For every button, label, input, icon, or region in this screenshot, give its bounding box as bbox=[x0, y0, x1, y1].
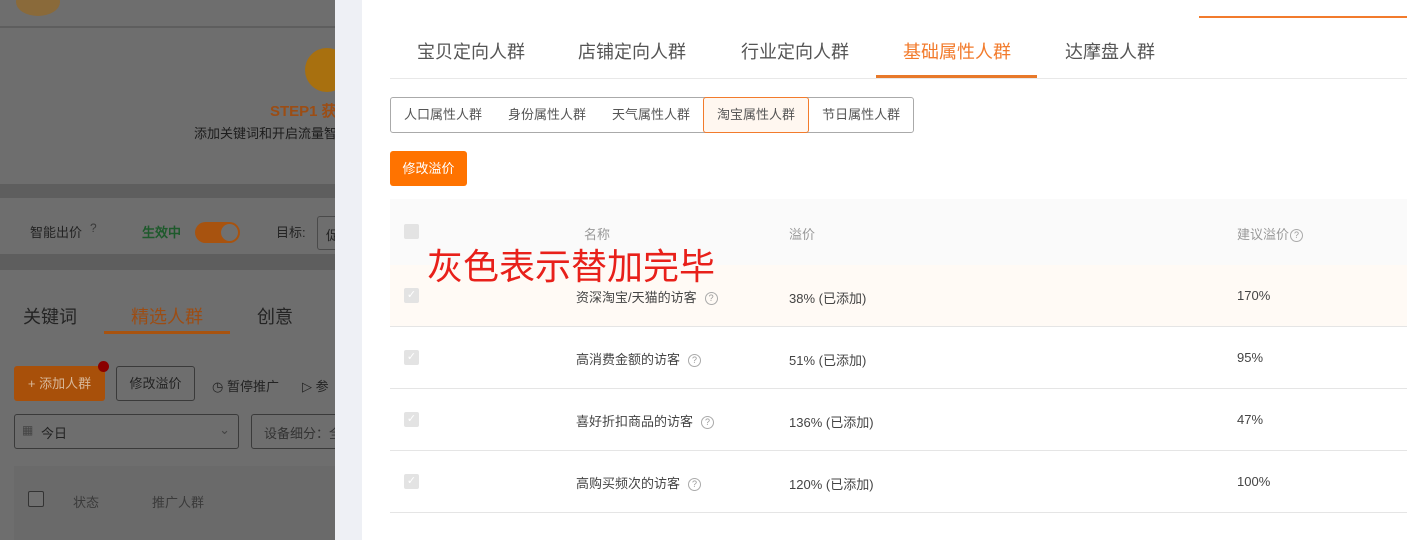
notification-dot bbox=[98, 361, 109, 372]
smart-bid-label: 智能出价 bbox=[30, 225, 83, 240]
suggested-premium: 95% bbox=[1237, 350, 1264, 365]
row-checkbox[interactable]: ✓ bbox=[404, 474, 419, 489]
shop-logo bbox=[16, 0, 60, 16]
tab-damopan-crowd[interactable]: 达摩盘人群 bbox=[1065, 38, 1155, 64]
table-header: 状态 推广人群 bbox=[14, 466, 335, 540]
col-premium: 溢价 bbox=[789, 227, 816, 242]
table-row: ✓ 高消费金额的访客? 51% (已添加) 95% bbox=[390, 327, 1407, 389]
resume-label: 参 bbox=[315, 379, 329, 394]
tab-basic-attribute-crowd[interactable]: 基础属性人群 bbox=[903, 38, 1011, 64]
help-icon[interactable]: ? bbox=[688, 478, 702, 492]
pause-label: 暂停推广 bbox=[226, 379, 279, 394]
table-row: ✓ 喜好折扣商品的访客? 136% (已添加) 47% bbox=[390, 389, 1407, 451]
crowd-name-text: 喜好折扣商品的访客 bbox=[576, 414, 694, 429]
step-desc: 添加关键词和开启流量智 bbox=[194, 126, 335, 141]
help-icon[interactable]: ? bbox=[701, 416, 715, 430]
tab-item-crowd[interactable]: 宝贝定向人群 bbox=[417, 38, 525, 64]
select-all-checkbox[interactable] bbox=[404, 224, 419, 239]
step-banner: STEP1 获 添加关键词和开启流量智 bbox=[0, 28, 335, 184]
drawer-topbar bbox=[362, 0, 1407, 18]
segment-population[interactable]: 人口属性人群 bbox=[391, 98, 495, 132]
tab-creative[interactable]: 创意 bbox=[257, 303, 293, 329]
modify-premium-button[interactable]: 修改溢价 bbox=[390, 151, 467, 186]
add-crowd-button[interactable]: + 添加人群 bbox=[14, 366, 105, 401]
help-icon[interactable]: ? bbox=[688, 354, 702, 368]
segment-identity[interactable]: 身份属性人群 bbox=[495, 98, 599, 132]
tab-keywords[interactable]: 关键词 bbox=[23, 303, 77, 329]
help-icon[interactable]: ? bbox=[1290, 229, 1304, 243]
suggested-premium: 170% bbox=[1237, 288, 1271, 303]
row-checkbox[interactable]: ✓ bbox=[404, 350, 419, 365]
help-icon[interactable]: ? bbox=[704, 292, 718, 306]
tab-industry-crowd[interactable]: 行业定向人群 bbox=[741, 38, 849, 64]
col-suggested-label: 建议溢价 bbox=[1237, 227, 1290, 242]
main-panel: 关键词 精选人群 创意 + 添加人群 修改溢价 ◷ 暂停推广 ▷ 参 今日 ⌄ ▦ … bbox=[0, 270, 335, 540]
calendar-icon: ▦ bbox=[22, 423, 34, 437]
col-suggested: 建议溢价? bbox=[1237, 224, 1304, 243]
tab-underline bbox=[104, 331, 230, 334]
header-bar bbox=[0, 0, 335, 26]
modify-premium-button[interactable]: 修改溢价 bbox=[116, 366, 195, 401]
premium-value: 120% (已添加) bbox=[789, 477, 874, 492]
date-select[interactable]: 今日 ⌄ ▦ bbox=[14, 414, 239, 449]
crowd-name-text: 高购买频次的访客 bbox=[576, 476, 681, 491]
attribute-segment-group: 人口属性人群 身份属性人群 天气属性人群 淘宝属性人群 节日属性人群 bbox=[390, 97, 915, 133]
date-value: 今日 bbox=[41, 426, 68, 441]
row-checkbox[interactable]: ✓ bbox=[404, 412, 419, 427]
col-status: 状态 bbox=[73, 495, 100, 510]
suggested-premium: 47% bbox=[1237, 412, 1264, 427]
bid-bar: 智能出价 ? 生效中 目标: 促 bbox=[0, 198, 335, 254]
pause-button[interactable]: ◷ 暂停推广 bbox=[212, 376, 279, 395]
status-toggle[interactable] bbox=[195, 222, 240, 243]
row-checkbox[interactable]: ✓ bbox=[404, 288, 419, 303]
select-all-checkbox[interactable] bbox=[28, 491, 44, 507]
premium-value: 38% (已添加) bbox=[789, 291, 867, 306]
premium-value: 136% (已添加) bbox=[789, 415, 874, 430]
target-label: 目标: bbox=[276, 225, 306, 240]
suggested-premium: 100% bbox=[1237, 474, 1271, 489]
chevron-down-icon: ⌄ bbox=[219, 422, 230, 437]
annotation-text: 灰色表示替加完毕 bbox=[427, 246, 716, 287]
segment-taobao[interactable]: 淘宝属性人群 bbox=[703, 97, 810, 133]
step-icon bbox=[305, 48, 335, 92]
step-title: STEP1 获 bbox=[270, 103, 335, 120]
help-icon: ? bbox=[90, 221, 97, 235]
tab-shop-crowd[interactable]: 店铺定向人群 bbox=[578, 38, 686, 64]
tab-crowds[interactable]: 精选人群 bbox=[131, 303, 203, 329]
resume-button[interactable]: ▷ 参 bbox=[302, 376, 329, 395]
crowd-type-tabs: 宝贝定向人群 店铺定向人群 行业定向人群 基础属性人群 达摩盘人群 bbox=[390, 18, 1407, 79]
premium-value: 51% (已添加) bbox=[789, 353, 867, 368]
crowd-drawer: 宝贝定向人群 店铺定向人群 行业定向人群 基础属性人群 达摩盘人群 人口属性人群… bbox=[335, 0, 1407, 540]
table-row: ✓ 高购买频次的访客? 120% (已添加) 100% bbox=[390, 451, 1407, 513]
crowd-name-text: 高消费金额的访客 bbox=[576, 352, 681, 367]
segment-holiday[interactable]: 节日属性人群 bbox=[809, 98, 913, 132]
device-select[interactable]: 设备细分：全 bbox=[251, 414, 335, 449]
status-label: 生效中 bbox=[142, 225, 182, 240]
segment-weather[interactable]: 天气属性人群 bbox=[599, 98, 703, 132]
col-crowd: 推广人群 bbox=[152, 495, 205, 510]
background-page-dimmed[interactable]: STEP1 获 添加关键词和开启流量智 智能出价 ? 生效中 目标: 促 关键词… bbox=[0, 0, 335, 540]
active-tab-underline bbox=[876, 75, 1037, 78]
crowd-name: 高消费金额的访客? bbox=[576, 349, 702, 368]
target-select[interactable]: 促 bbox=[317, 216, 335, 250]
crowd-name-text: 资深淘宝/天猫的访客 bbox=[576, 290, 697, 305]
drawer-content: 宝贝定向人群 店铺定向人群 行业定向人群 基础属性人群 达摩盘人群 人口属性人群… bbox=[362, 18, 1407, 540]
crowd-name: 喜好折扣商品的访客? bbox=[576, 411, 715, 430]
crowd-name: 高购买频次的访客? bbox=[576, 473, 702, 492]
